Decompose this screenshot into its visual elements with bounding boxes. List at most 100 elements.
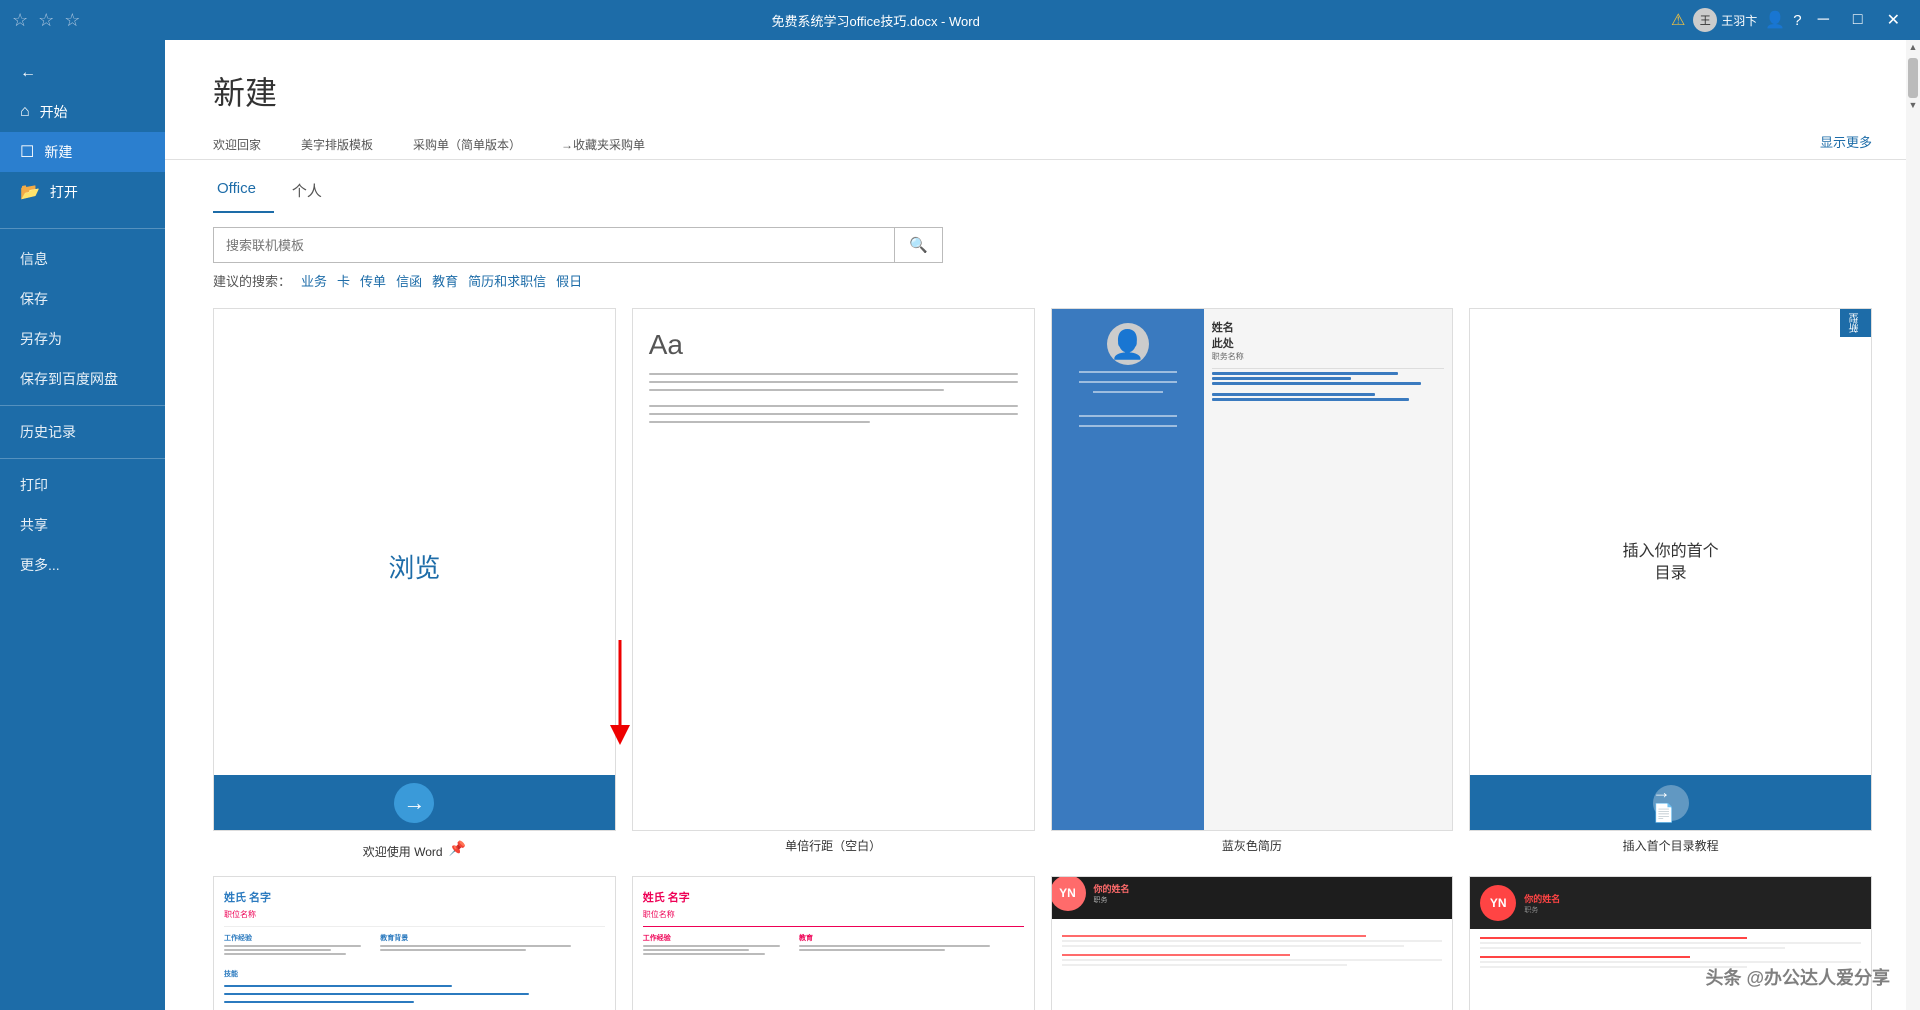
template-thumb-welcome: 浏览 → bbox=[213, 308, 616, 831]
close-button[interactable]: ✕ bbox=[1879, 0, 1908, 40]
tab-personal[interactable]: 个人 bbox=[288, 174, 340, 213]
sidebar-item-saveas[interactable]: 另存为 bbox=[0, 319, 165, 359]
resume-left-line-2 bbox=[1079, 381, 1177, 383]
resume-bar-1 bbox=[1212, 372, 1398, 375]
yn1-info: 你的姓名 职务 bbox=[1094, 882, 1130, 905]
search-button[interactable]: 🔍 bbox=[894, 228, 942, 262]
sidebar-item-more[interactable]: 更多... bbox=[0, 545, 165, 585]
scrollbar-down[interactable]: ▼ bbox=[1906, 98, 1920, 112]
share-label: 共享 bbox=[20, 515, 48, 535]
template-card-yn2[interactable]: YN 你的姓名 职务 bbox=[1469, 876, 1872, 1010]
suggestion-tag-3[interactable]: 信函 bbox=[396, 271, 422, 290]
suggestion-tag-2[interactable]: 传单 bbox=[360, 271, 386, 290]
resume-left-col: 👤 bbox=[1052, 309, 1204, 830]
sidebar: ← ⌂ 开始 ☐ 新建 📂 打开 信息 保存 另存为 bbox=[0, 40, 165, 1010]
rc1-text-4 bbox=[380, 945, 571, 947]
resume-blue-inner: 👤 姓名 此处 职务名称 bbox=[1052, 309, 1453, 830]
toc-arrow: →📄 bbox=[1653, 785, 1689, 821]
rc1-subtitle: 职位名称 bbox=[224, 909, 605, 920]
pin-icon-welcome: 📌 bbox=[449, 840, 466, 857]
rc1-text-2 bbox=[224, 949, 331, 951]
people-icon: 👤 bbox=[1765, 10, 1785, 30]
rc1-line bbox=[224, 926, 605, 927]
sidebar-item-share[interactable]: 共享 bbox=[0, 505, 165, 545]
yn2-line-6 bbox=[1480, 966, 1747, 968]
blank-line-3 bbox=[649, 389, 944, 391]
app-body: ← ⌂ 开始 ☐ 新建 📂 打开 信息 保存 另存为 bbox=[0, 40, 1920, 1010]
scrollbar-thumb[interactable] bbox=[1908, 58, 1918, 98]
sidebar-top: ← ⌂ 开始 ☐ 新建 📂 打开 bbox=[0, 40, 165, 222]
user-name: 王羽卞 bbox=[1721, 12, 1757, 29]
saveas-label: 另存为 bbox=[20, 329, 62, 349]
rc2-line bbox=[643, 926, 1024, 927]
sidebar-divider-1 bbox=[0, 228, 165, 229]
sidebar-divider-3 bbox=[0, 458, 165, 459]
rc1-header-1: 工作经验 bbox=[224, 933, 376, 943]
yn2-line-5 bbox=[1480, 961, 1861, 963]
back-button[interactable]: ← bbox=[0, 54, 165, 92]
resume-left-line-4 bbox=[1079, 415, 1177, 417]
open-label: 打开 bbox=[50, 182, 78, 202]
suggestion-tag-0[interactable]: 业务 bbox=[301, 271, 327, 290]
minimize-button[interactable]: ─ bbox=[1810, 0, 1837, 40]
resume-right-col: 姓名 此处 职务名称 bbox=[1204, 309, 1452, 830]
template-card-resume2[interactable]: 姓氏 名字 职位名称 工作经验 教育 bbox=[632, 876, 1035, 1010]
suggestion-tag-5[interactable]: 简历和求职信 bbox=[468, 271, 546, 290]
page-header: 新建 bbox=[165, 40, 1920, 124]
rc1-col-right: 教育背景 bbox=[380, 933, 604, 957]
template-card-toc[interactable]: 新型 插入你的首个目录 →📄 插入首个目录教程 bbox=[1469, 308, 1872, 860]
scroll-items: 欢迎回家 美字排版模板 采购单（简单版本） →收藏夹采购单 bbox=[213, 136, 645, 153]
template-card-yn1[interactable]: YN 你的姓名 职务 bbox=[1051, 876, 1454, 1010]
sidebar-item-open[interactable]: 📂 打开 bbox=[0, 172, 165, 212]
scrollbar-up[interactable]: ▲ bbox=[1906, 40, 1920, 54]
yn1-line-1 bbox=[1062, 935, 1367, 937]
tab-office[interactable]: Office bbox=[213, 174, 274, 213]
show-more-button[interactable]: 显示更多 bbox=[1820, 132, 1872, 153]
suggestion-tag-1[interactable]: 卡 bbox=[337, 271, 350, 290]
new-label: 新建 bbox=[44, 142, 72, 162]
search-input[interactable] bbox=[214, 230, 894, 261]
home-label: 开始 bbox=[40, 102, 68, 122]
template-card-blank[interactable]: Aa 单倍行距（空白） bbox=[632, 308, 1035, 860]
sidebar-item-history[interactable]: 历史记录 bbox=[0, 412, 165, 452]
resume-avatar: 👤 bbox=[1107, 323, 1149, 365]
blank-line-1 bbox=[649, 373, 1018, 375]
rc2-text-2 bbox=[643, 949, 750, 951]
sidebar-item-save[interactable]: 保存 bbox=[0, 279, 165, 319]
rc2-header-1: 工作经验 bbox=[643, 933, 795, 943]
star-icon-3[interactable]: ☆ bbox=[64, 10, 80, 31]
template-card-resume-blue[interactable]: 👤 姓名 此处 职务名称 bbox=[1051, 308, 1454, 860]
sidebar-item-savebaidu[interactable]: 保存到百度网盘 bbox=[0, 359, 165, 399]
template-card-resume1[interactable]: 姓氏 名字 职位名称 工作经验 教育背景 bbox=[213, 876, 616, 1010]
sidebar-item-print[interactable]: 打印 bbox=[0, 465, 165, 505]
search-box: 🔍 bbox=[213, 227, 943, 263]
sidebar-item-new[interactable]: ☐ 新建 bbox=[0, 132, 165, 172]
help-btn[interactable]: ? bbox=[1793, 12, 1801, 29]
resume-bar-4 bbox=[1212, 393, 1375, 396]
yn1-line-4 bbox=[1062, 954, 1290, 956]
scroll-item-1[interactable]: 美字排版模板 bbox=[301, 136, 373, 153]
star-icon-2[interactable]: ☆ bbox=[38, 10, 54, 31]
suggestion-tag-6[interactable]: 假日 bbox=[556, 271, 582, 290]
toc-text: 插入你的首个目录 bbox=[1623, 540, 1719, 585]
suggestion-tag-4[interactable]: 教育 bbox=[432, 271, 458, 290]
resume-left-line-5 bbox=[1079, 425, 1177, 427]
sidebar-divider-2 bbox=[0, 405, 165, 406]
template-thumb-resume1: 姓氏 名字 职位名称 工作经验 教育背景 bbox=[213, 876, 616, 1010]
sidebar-item-info[interactable]: 信息 bbox=[0, 239, 165, 279]
scroll-item-0[interactable]: 欢迎回家 bbox=[213, 136, 261, 153]
yn1-line-2 bbox=[1062, 940, 1443, 942]
rc1-text-5 bbox=[380, 949, 526, 951]
template-thumb-blank: Aa bbox=[632, 308, 1035, 831]
rc2-text-1 bbox=[643, 945, 780, 947]
scroll-item-2[interactable]: 采购单（简单版本） bbox=[413, 136, 521, 153]
sidebar-item-home[interactable]: ⌂ 开始 bbox=[0, 92, 165, 132]
maximize-button[interactable]: □ bbox=[1845, 0, 1871, 40]
rc1-skill-3 bbox=[224, 1001, 414, 1003]
rc1-skill-1 bbox=[224, 985, 452, 987]
save-label: 保存 bbox=[20, 289, 48, 309]
star-icon-1[interactable]: ☆ bbox=[12, 10, 28, 31]
window-title: 免费系统学习office技巧.docx - Word bbox=[80, 11, 1671, 30]
template-card-welcome[interactable]: 浏览 → 欢迎使用 Word 📌 bbox=[213, 308, 616, 860]
scroll-item-3[interactable]: →收藏夹采购单 bbox=[561, 136, 645, 153]
